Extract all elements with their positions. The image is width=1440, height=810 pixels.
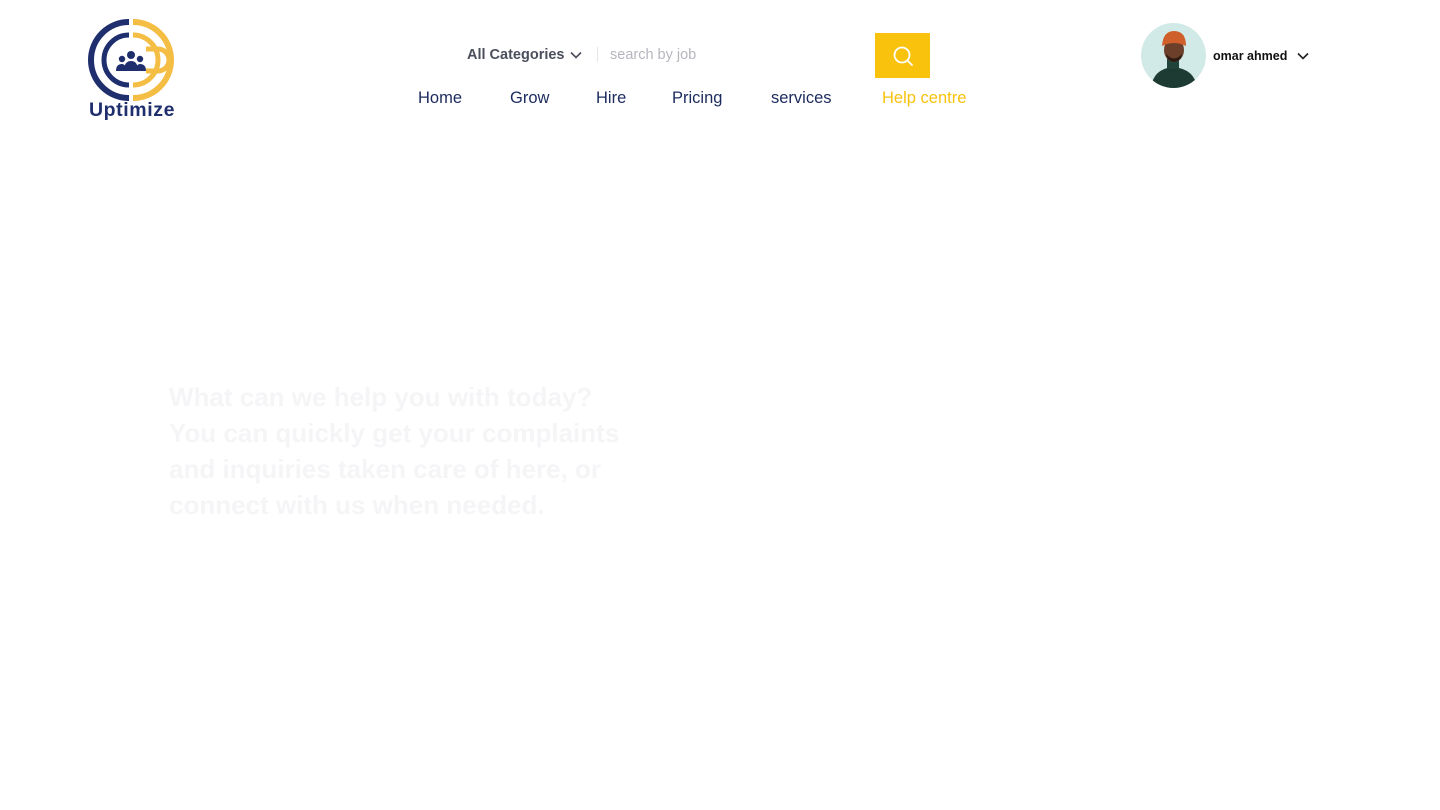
nav-help-centre[interactable]: Help centre — [882, 89, 966, 108]
avatar — [1141, 23, 1206, 88]
page: Uptimize All Categories Home Grow Hire P… — [0, 0, 1440, 810]
brand-name: Uptimize — [88, 99, 176, 121]
logo-mark-icon — [88, 19, 174, 101]
categories-label: All Categories — [467, 47, 565, 63]
user-menu[interactable]: omar ahmed — [1141, 23, 1309, 88]
categories-dropdown[interactable]: All Categories — [467, 44, 582, 66]
nav-pricing[interactable]: Pricing — [672, 89, 722, 108]
nav-services[interactable]: services — [771, 89, 832, 108]
chevron-down-icon — [569, 51, 582, 59]
search-icon — [893, 46, 913, 66]
search-input[interactable] — [606, 42, 874, 68]
nav-hire[interactable]: Hire — [596, 89, 626, 108]
search-divider — [597, 47, 598, 62]
search-button[interactable] — [875, 33, 930, 78]
brand-logo[interactable]: Uptimize — [83, 19, 181, 125]
user-name: omar ahmed — [1213, 48, 1288, 63]
nav-grow[interactable]: Grow — [510, 89, 549, 108]
chevron-down-icon — [1297, 52, 1309, 60]
nav-home[interactable]: Home — [418, 89, 462, 108]
hero-text: What can we help you with today? You can… — [169, 382, 620, 520]
